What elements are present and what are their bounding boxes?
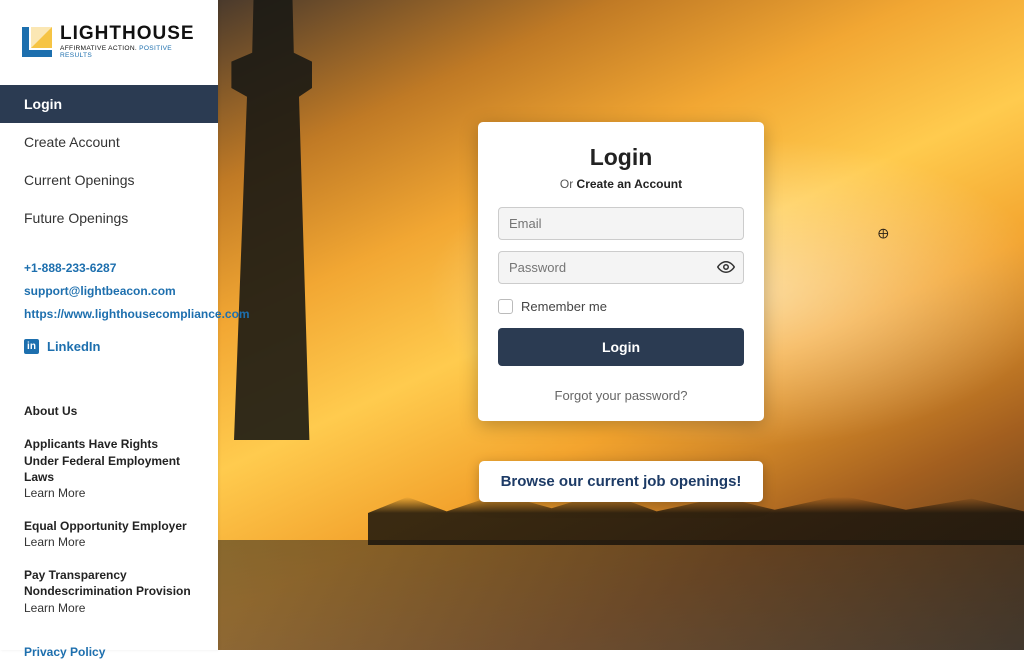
eye-icon[interactable] xyxy=(717,258,735,276)
learn-more-link[interactable]: Learn More xyxy=(24,486,194,500)
password-input-wrap xyxy=(498,251,744,295)
nav-item-create-account[interactable]: Create Account xyxy=(0,123,218,161)
about-block: About Us Applicants Have Rights Under Fe… xyxy=(0,404,218,632)
linkedin-icon: in xyxy=(24,339,39,354)
remember-label: Remember me xyxy=(521,299,607,314)
about-heading: About Us xyxy=(24,404,194,418)
logo-text: LIGHTHOUSE xyxy=(60,24,196,43)
browse-openings-button[interactable]: Browse our current job openings! xyxy=(479,461,764,502)
logo-tagline-1: AFFIRMATIVE ACTION. xyxy=(60,45,137,52)
about-item-title: Equal Opportunity Employer xyxy=(24,518,194,534)
login-button[interactable]: Login xyxy=(498,328,744,366)
remember-row: Remember me xyxy=(498,299,744,314)
learn-more-link[interactable]: Learn More xyxy=(24,535,194,549)
forgot-password-link[interactable]: Forgot your password? xyxy=(498,388,744,403)
contact-website[interactable]: https://www.lighthousecompliance.com xyxy=(24,303,194,326)
linkedin-label: LinkedIn xyxy=(47,339,100,354)
about-item-pay-transparency: Pay Transparency Nondescrimination Provi… xyxy=(24,567,194,614)
logo-icon xyxy=(22,27,52,57)
learn-more-link[interactable]: Learn More xyxy=(24,601,194,615)
nav-item-future-openings[interactable]: Future Openings xyxy=(0,199,218,237)
password-field[interactable] xyxy=(498,251,744,284)
about-item-title: Pay Transparency Nondescrimination Provi… xyxy=(24,567,194,599)
nav-item-current-openings[interactable]: Current Openings xyxy=(0,161,218,199)
linkedin-link[interactable]: in LinkedIn xyxy=(0,339,218,354)
bird-icon: 𐀏 xyxy=(877,225,889,244)
email-input-wrap xyxy=(498,207,744,251)
contact-phone[interactable]: +1-888-233-6287 xyxy=(24,257,194,280)
login-card: Login Or Create an Account Remember me L… xyxy=(478,122,764,421)
sidebar: LIGHTHOUSE AFFIRMATIVE ACTION. POSITIVE … xyxy=(0,0,218,650)
nav-item-login[interactable]: Login xyxy=(0,85,218,123)
contact-email[interactable]: support@lightbeacon.com xyxy=(24,280,194,303)
create-account-link[interactable]: Create an Account xyxy=(577,177,683,191)
login-title: Login xyxy=(498,144,744,171)
or-create-line: Or Create an Account xyxy=(498,177,744,191)
contact-block: +1-888-233-6287 support@lightbeacon.com … xyxy=(0,257,218,325)
about-item-eoe: Equal Opportunity Employer Learn More xyxy=(24,518,194,549)
logo-tagline: AFFIRMATIVE ACTION. POSITIVE RESULTS xyxy=(60,45,196,59)
nav: Login Create Account Current Openings Fu… xyxy=(0,85,218,237)
main: 𐀏 Login Or Create an Account Remember me… xyxy=(218,0,1024,650)
remember-checkbox[interactable] xyxy=(498,299,513,314)
logo-area: LIGHTHOUSE AFFIRMATIVE ACTION. POSITIVE … xyxy=(0,0,218,79)
about-item-title: Applicants Have Rights Under Federal Emp… xyxy=(24,436,194,485)
logo-text-block: LIGHTHOUSE AFFIRMATIVE ACTION. POSITIVE … xyxy=(60,24,196,59)
logo[interactable]: LIGHTHOUSE AFFIRMATIVE ACTION. POSITIVE … xyxy=(22,24,196,59)
or-text: Or xyxy=(560,177,577,191)
about-item-rights: Applicants Have Rights Under Federal Emp… xyxy=(24,436,194,500)
email-field[interactable] xyxy=(498,207,744,240)
privacy-policy-link[interactable]: Privacy Policy xyxy=(0,645,218,659)
